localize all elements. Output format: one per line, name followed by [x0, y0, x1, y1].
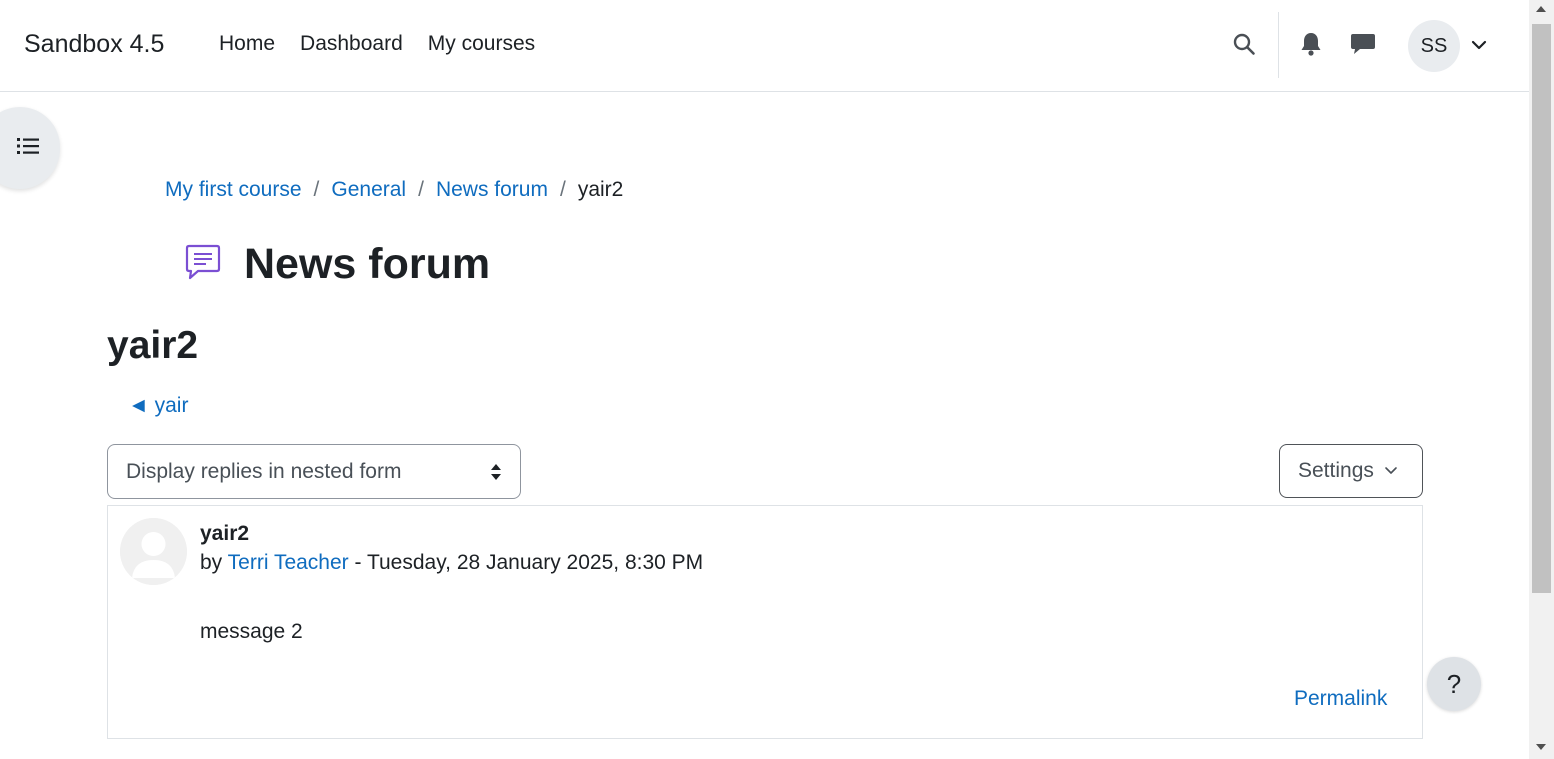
scroll-up-arrow-icon[interactable] — [1536, 6, 1546, 12]
primary-navigation: Home Dashboard My courses — [219, 32, 535, 56]
chevron-down-icon[interactable] — [1470, 36, 1488, 59]
nav-my-courses[interactable]: My courses — [428, 32, 535, 56]
course-index-toggle[interactable] — [0, 107, 60, 189]
breadcrumb: My first course / General / News forum /… — [165, 178, 623, 202]
user-avatar[interactable]: SS — [1408, 20, 1460, 72]
scrollbar-thumb[interactable] — [1532, 24, 1551, 593]
discussion-title: yair2 — [107, 324, 199, 367]
page-header: News forum — [184, 240, 490, 289]
page-title: News forum — [244, 240, 491, 288]
breadcrumb-current: yair2 — [577, 178, 624, 201]
site-brand[interactable]: Sandbox 4.5 — [24, 30, 164, 59]
post-subject: yair2 — [200, 522, 250, 545]
post-author-link[interactable]: Terri Teacher — [228, 551, 349, 574]
search-icon[interactable] — [1230, 30, 1258, 58]
display-mode-value: Display replies in nested form — [126, 459, 402, 483]
page-scrollbar[interactable] — [1529, 0, 1554, 759]
breadcrumb-item-section[interactable]: General — [331, 178, 406, 202]
nav-dashboard[interactable]: Dashboard — [300, 32, 403, 56]
nav-home[interactable]: Home — [219, 32, 275, 56]
display-mode-select[interactable]: Display replies in nested form — [107, 444, 521, 499]
list-icon — [16, 136, 40, 161]
breadcrumb-separator: / — [418, 178, 424, 201]
settings-label: Settings — [1298, 459, 1374, 482]
settings-button[interactable]: Settings — [1279, 444, 1423, 498]
scroll-down-arrow-icon[interactable] — [1536, 744, 1546, 750]
breadcrumb-separator: / — [313, 178, 320, 201]
breadcrumb-separator: / — [559, 178, 566, 201]
bell-icon[interactable] — [1297, 30, 1325, 58]
forum-post: yair2 by Terri Teacher - Tuesday, 28 Jan… — [107, 505, 1423, 739]
post-message: message 2 — [200, 620, 303, 643]
messages-icon[interactable] — [1349, 30, 1377, 58]
post-date: - Tuesday, 28 January 2025, 8:30 PM — [348, 551, 704, 574]
author-avatar[interactable] — [120, 518, 187, 585]
breadcrumb-item-course[interactable]: My first course — [165, 178, 302, 202]
byline-prefix: by — [200, 551, 223, 574]
top-navbar: Sandbox 4.5 Home Dashboard My courses SS — [0, 0, 1529, 92]
previous-discussion-link[interactable]: ◄ yair — [128, 394, 188, 418]
forum-icon — [184, 243, 222, 286]
post-byline: by Terri Teacher - Tuesday, 28 January 2… — [200, 551, 703, 575]
permalink-link[interactable]: Permalink — [1294, 687, 1387, 711]
chevron-down-icon — [1384, 459, 1398, 483]
help-button[interactable]: ? — [1427, 657, 1481, 711]
select-arrows-icon — [490, 463, 502, 487]
breadcrumb-item-forum[interactable]: News forum — [436, 178, 548, 202]
navbar-divider — [1278, 12, 1279, 78]
